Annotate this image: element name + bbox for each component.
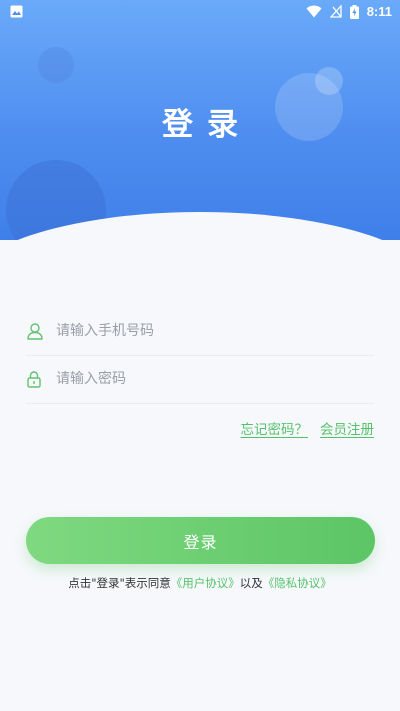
agreement-prefix: 点击"登录"表示同意 bbox=[68, 576, 171, 590]
privacy-agreement-link[interactable]: 《隐私协议》 bbox=[263, 576, 332, 590]
image-icon bbox=[10, 5, 23, 18]
password-input[interactable] bbox=[54, 370, 374, 388]
account-links: 忘记密码？ 会员注册 bbox=[241, 418, 375, 438]
phone-input[interactable] bbox=[54, 322, 374, 340]
forgot-password-link[interactable]: 忘记密码？ bbox=[241, 418, 309, 438]
page-title: 登录 bbox=[162, 107, 252, 143]
phone-field[interactable] bbox=[26, 307, 374, 356]
header-banner: 8:11 登录 bbox=[0, 0, 400, 240]
battery-charging-icon bbox=[349, 4, 359, 19]
user-icon bbox=[27, 322, 43, 340]
status-time: 8:11 bbox=[366, 4, 392, 19]
status-bar: 8:11 bbox=[0, 0, 400, 24]
lock-icon bbox=[27, 370, 43, 388]
wifi-icon bbox=[306, 5, 322, 18]
password-field[interactable] bbox=[26, 355, 374, 404]
register-link[interactable]: 会员注册 bbox=[320, 418, 374, 438]
no-signal-icon bbox=[329, 5, 342, 18]
agreement-text: 点击"登录"表示同意《用户协议》以及《隐私协议》 bbox=[0, 575, 400, 591]
agreement-middle: 以及 bbox=[239, 576, 263, 590]
decor-bubble bbox=[315, 67, 343, 95]
decor-bubble bbox=[38, 47, 74, 83]
login-button[interactable]: 登录 bbox=[26, 517, 375, 564]
user-agreement-link[interactable]: 《用户协议》 bbox=[171, 576, 240, 590]
